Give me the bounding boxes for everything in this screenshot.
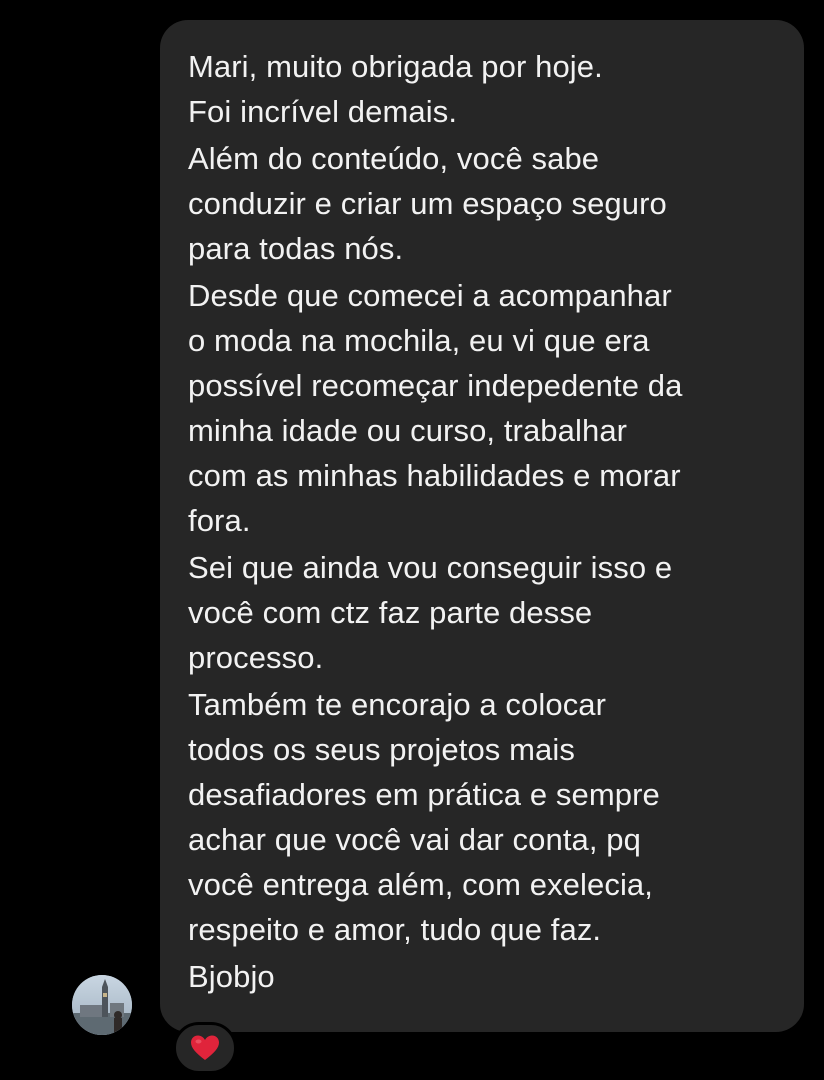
message-bubble[interactable]: Mari, muito obrigada por hoje. Foi incrí… <box>160 20 804 1032</box>
message-line: você com ctz faz parte desse <box>188 595 593 630</box>
avatar-photo <box>72 975 132 1035</box>
message-line: possível recomeçar indepedente da <box>188 368 683 403</box>
message-line: com as minhas habilidades e morar <box>188 458 681 493</box>
message-line: respeito e amor, tudo que faz. <box>188 912 602 947</box>
message-line: fora. <box>188 503 251 538</box>
message-line: processo. <box>188 640 324 675</box>
message-line: minha idade ou curso, trabalhar <box>188 413 628 448</box>
heart-icon <box>191 1035 219 1060</box>
message-line: achar que você vai dar conta, pq <box>188 822 641 857</box>
message-line: Sei que ainda vou conseguir isso e <box>188 550 673 585</box>
message-line: Bjobjo <box>188 959 275 994</box>
message-line: você entrega além, com exelecia, <box>188 867 653 902</box>
reaction-badge[interactable] <box>173 1022 237 1074</box>
message-line: desafiadores em prática e sempre <box>188 777 660 812</box>
message-line: todos os seus projetos mais <box>188 732 575 767</box>
message-line: Foi incrível demais. <box>188 94 458 129</box>
message-line: Além do conteúdo, você sabe <box>188 141 600 176</box>
chat-screen: Mari, muito obrigada por hoje. Foi incrí… <box>0 0 824 1080</box>
message-line: para todas nós. <box>188 231 404 266</box>
conversation-area[interactable]: Mari, muito obrigada por hoje. Foi incrí… <box>26 0 804 1080</box>
message-line: Desde que comecei a acompanhar <box>188 278 672 313</box>
message-line: conduzir e criar um espaço seguro <box>188 186 667 221</box>
sender-avatar[interactable] <box>72 975 132 1035</box>
message-line: Também te encorajo a colocar <box>188 687 607 722</box>
message-line: Mari, muito obrigada por hoje. <box>188 49 603 84</box>
message-line: o moda na mochila, eu vi que era <box>188 323 650 358</box>
